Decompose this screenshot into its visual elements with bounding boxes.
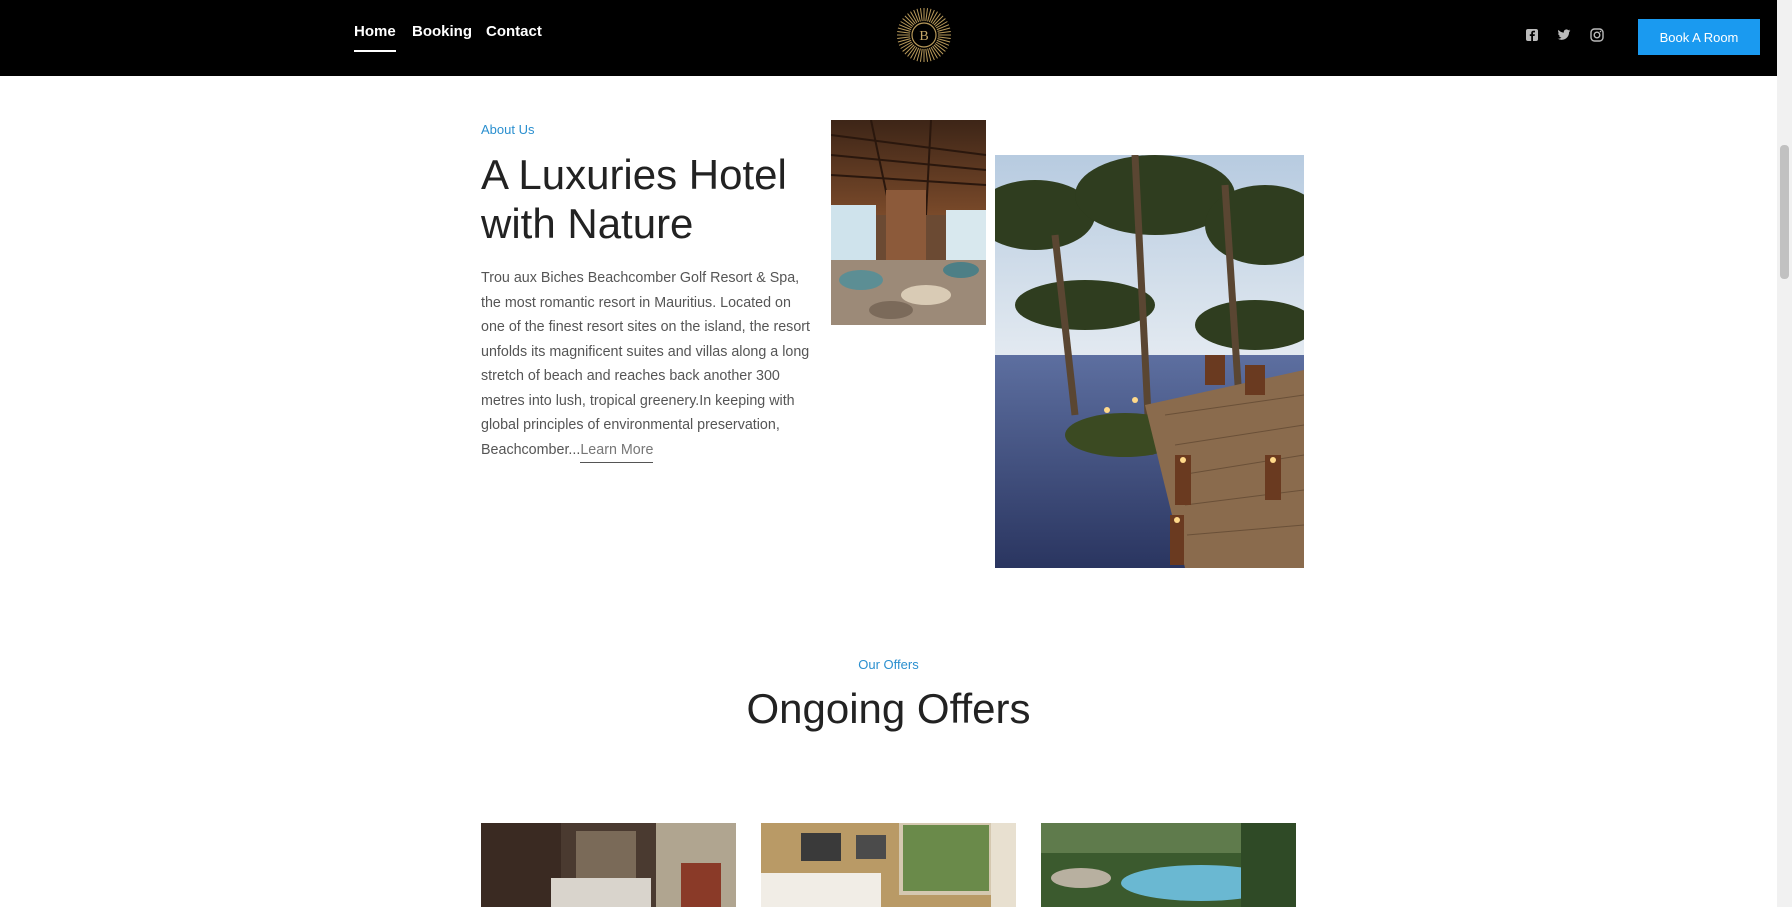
about-title: A Luxuries Hotel with Nature xyxy=(481,151,787,247)
resort-palm-pool-image xyxy=(995,155,1304,568)
offer-card-image[interactable] xyxy=(481,823,736,907)
offers-title: Ongoing Offers xyxy=(746,685,1031,732)
twitter-icon[interactable] xyxy=(1557,28,1571,42)
page: Home Booking Contact B Book A Room About… xyxy=(0,0,1792,907)
offer-card-image[interactable] xyxy=(1041,823,1296,907)
restaurant-interior-image xyxy=(831,120,986,325)
facebook-icon[interactable] xyxy=(1525,28,1539,42)
page-scrollbar[interactable] xyxy=(1777,0,1792,907)
about-description: Trou aux Biches Beachcomber Golf Resort … xyxy=(481,266,811,463)
instagram-icon[interactable] xyxy=(1590,28,1604,42)
learn-more-link[interactable]: Learn More xyxy=(580,441,654,463)
about-eyebrow: About Us xyxy=(481,122,535,137)
offer-card-image[interactable] xyxy=(761,823,1016,907)
nav-contact-link[interactable]: Contact xyxy=(486,23,542,40)
book-a-room-button[interactable]: Book A Room xyxy=(1638,19,1760,55)
about-body-text: Trou aux Biches Beachcomber Golf Resort … xyxy=(481,270,811,458)
offers-eyebrow: Our Offers xyxy=(858,657,919,672)
logo-letter: B xyxy=(919,29,928,44)
top-navbar: Home Booking Contact B Book A Room xyxy=(0,0,1777,76)
scrollbar-thumb[interactable] xyxy=(1780,145,1789,279)
nav-home-link[interactable]: Home xyxy=(354,23,396,52)
nav-booking-link[interactable]: Booking xyxy=(412,23,472,40)
hotel-logo[interactable]: B xyxy=(895,6,953,64)
